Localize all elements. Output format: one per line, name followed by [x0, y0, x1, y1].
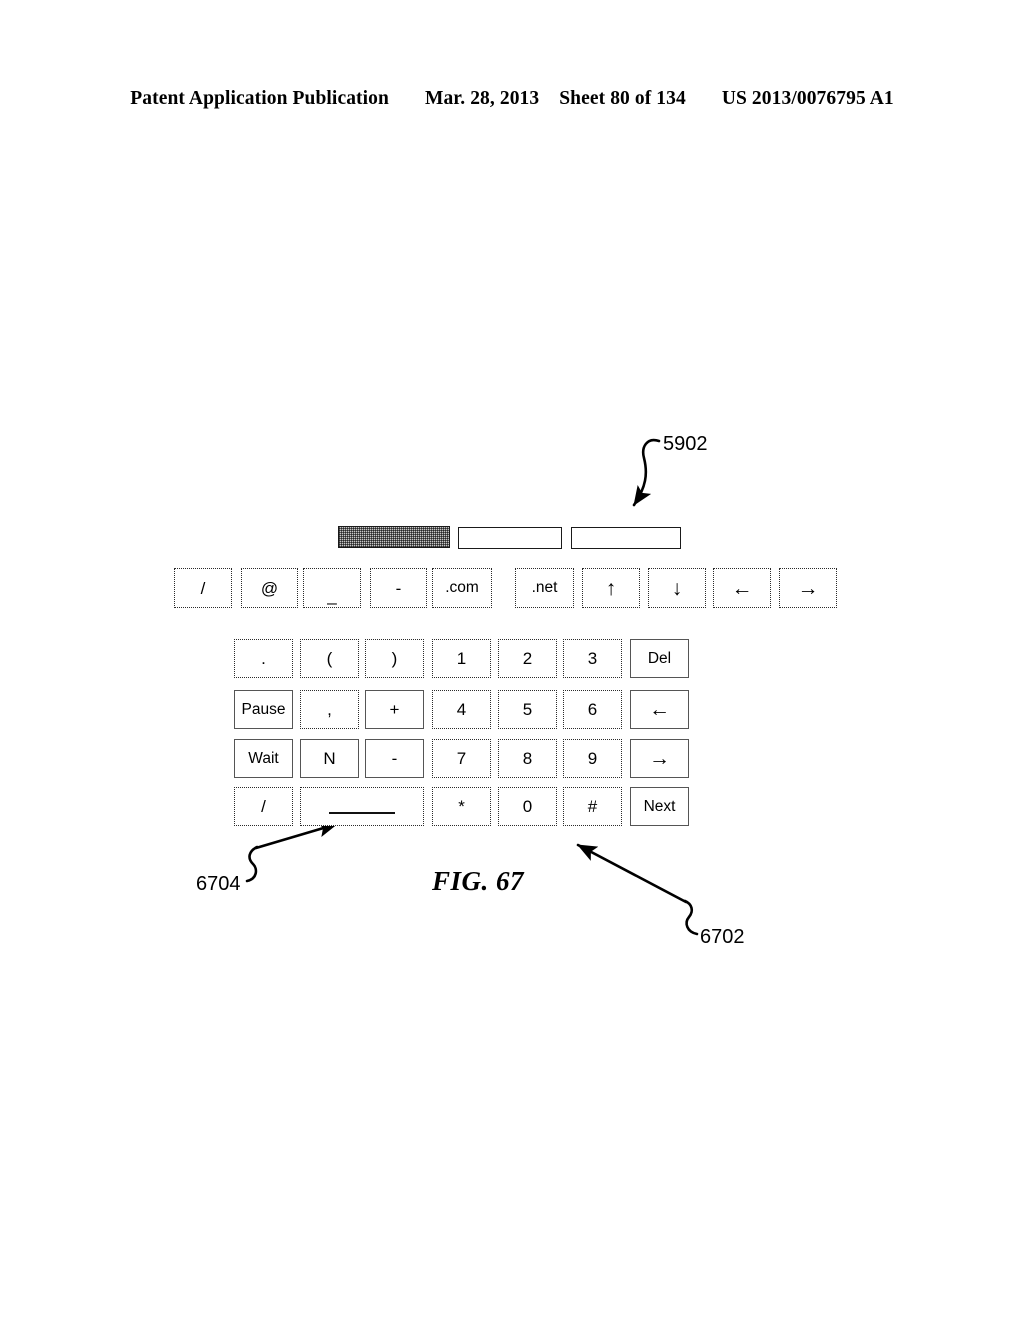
- key-arrow-up[interactable]: ↑: [582, 568, 640, 608]
- key-digit-3[interactable]: 3: [563, 639, 622, 678]
- key-digit-9[interactable]: 9: [563, 739, 622, 778]
- key-digit-0[interactable]: 0: [498, 787, 557, 826]
- key-slash-keypad[interactable]: /: [234, 787, 293, 826]
- key-digit-2[interactable]: 2: [498, 639, 557, 678]
- leader-5902: [632, 438, 661, 507]
- leader-6702-hook: [683, 899, 699, 936]
- display-bar-empty-1[interactable]: [458, 527, 562, 549]
- key-asterisk[interactable]: *: [432, 787, 491, 826]
- key-underscore[interactable]: _: [303, 568, 361, 608]
- reference-numeral-6704: 6704: [196, 873, 241, 895]
- key-digit-8[interactable]: 8: [498, 739, 557, 778]
- key-paren-open[interactable]: (: [300, 639, 359, 678]
- key-digit-1[interactable]: 1: [432, 639, 491, 678]
- key-digit-5[interactable]: 5: [498, 690, 557, 729]
- reference-numeral-5902: 5902: [663, 433, 708, 455]
- key-arrow-down[interactable]: ↓: [648, 568, 706, 608]
- key-digit-4[interactable]: 4: [432, 690, 491, 729]
- figure-67: / @ _ - .com .net ↑ ↓ ← → . ( ) 1 2 3 De…: [0, 0, 1024, 1320]
- key-pound[interactable]: #: [563, 787, 622, 826]
- key-slash[interactable]: /: [174, 568, 232, 608]
- key-digit-7[interactable]: 7: [432, 739, 491, 778]
- key-backspace-left[interactable]: ←: [630, 690, 689, 729]
- key-delete[interactable]: Del: [630, 639, 689, 678]
- leader-6702: [576, 843, 688, 904]
- key-hyphen-keypad[interactable]: -: [365, 739, 424, 778]
- key-arrow-left[interactable]: ←: [713, 568, 771, 608]
- key-at[interactable]: @: [241, 568, 298, 608]
- display-bar-filled[interactable]: [338, 526, 450, 548]
- key-wait[interactable]: Wait: [234, 739, 293, 778]
- key-period[interactable]: .: [234, 639, 293, 678]
- key-next[interactable]: Next: [630, 787, 689, 826]
- key-dotcom[interactable]: .com: [432, 568, 492, 608]
- key-forward-right[interactable]: →: [630, 739, 689, 778]
- key-letter-n[interactable]: N: [300, 739, 359, 778]
- key-comma[interactable]: ,: [300, 690, 359, 729]
- key-space[interactable]: [300, 787, 424, 826]
- key-hyphen[interactable]: -: [370, 568, 427, 608]
- key-plus[interactable]: +: [365, 690, 424, 729]
- leader-6704-hook: [245, 845, 259, 883]
- leader-6704: [254, 821, 339, 850]
- key-pause[interactable]: Pause: [234, 690, 293, 729]
- display-bar-empty-2[interactable]: [571, 527, 681, 549]
- key-arrow-right[interactable]: →: [779, 568, 837, 608]
- key-dotnet[interactable]: .net: [515, 568, 574, 608]
- key-paren-close[interactable]: ): [365, 639, 424, 678]
- key-digit-6[interactable]: 6: [563, 690, 622, 729]
- reference-numeral-6702: 6702: [700, 926, 745, 948]
- figure-caption: FIG. 67: [432, 866, 525, 896]
